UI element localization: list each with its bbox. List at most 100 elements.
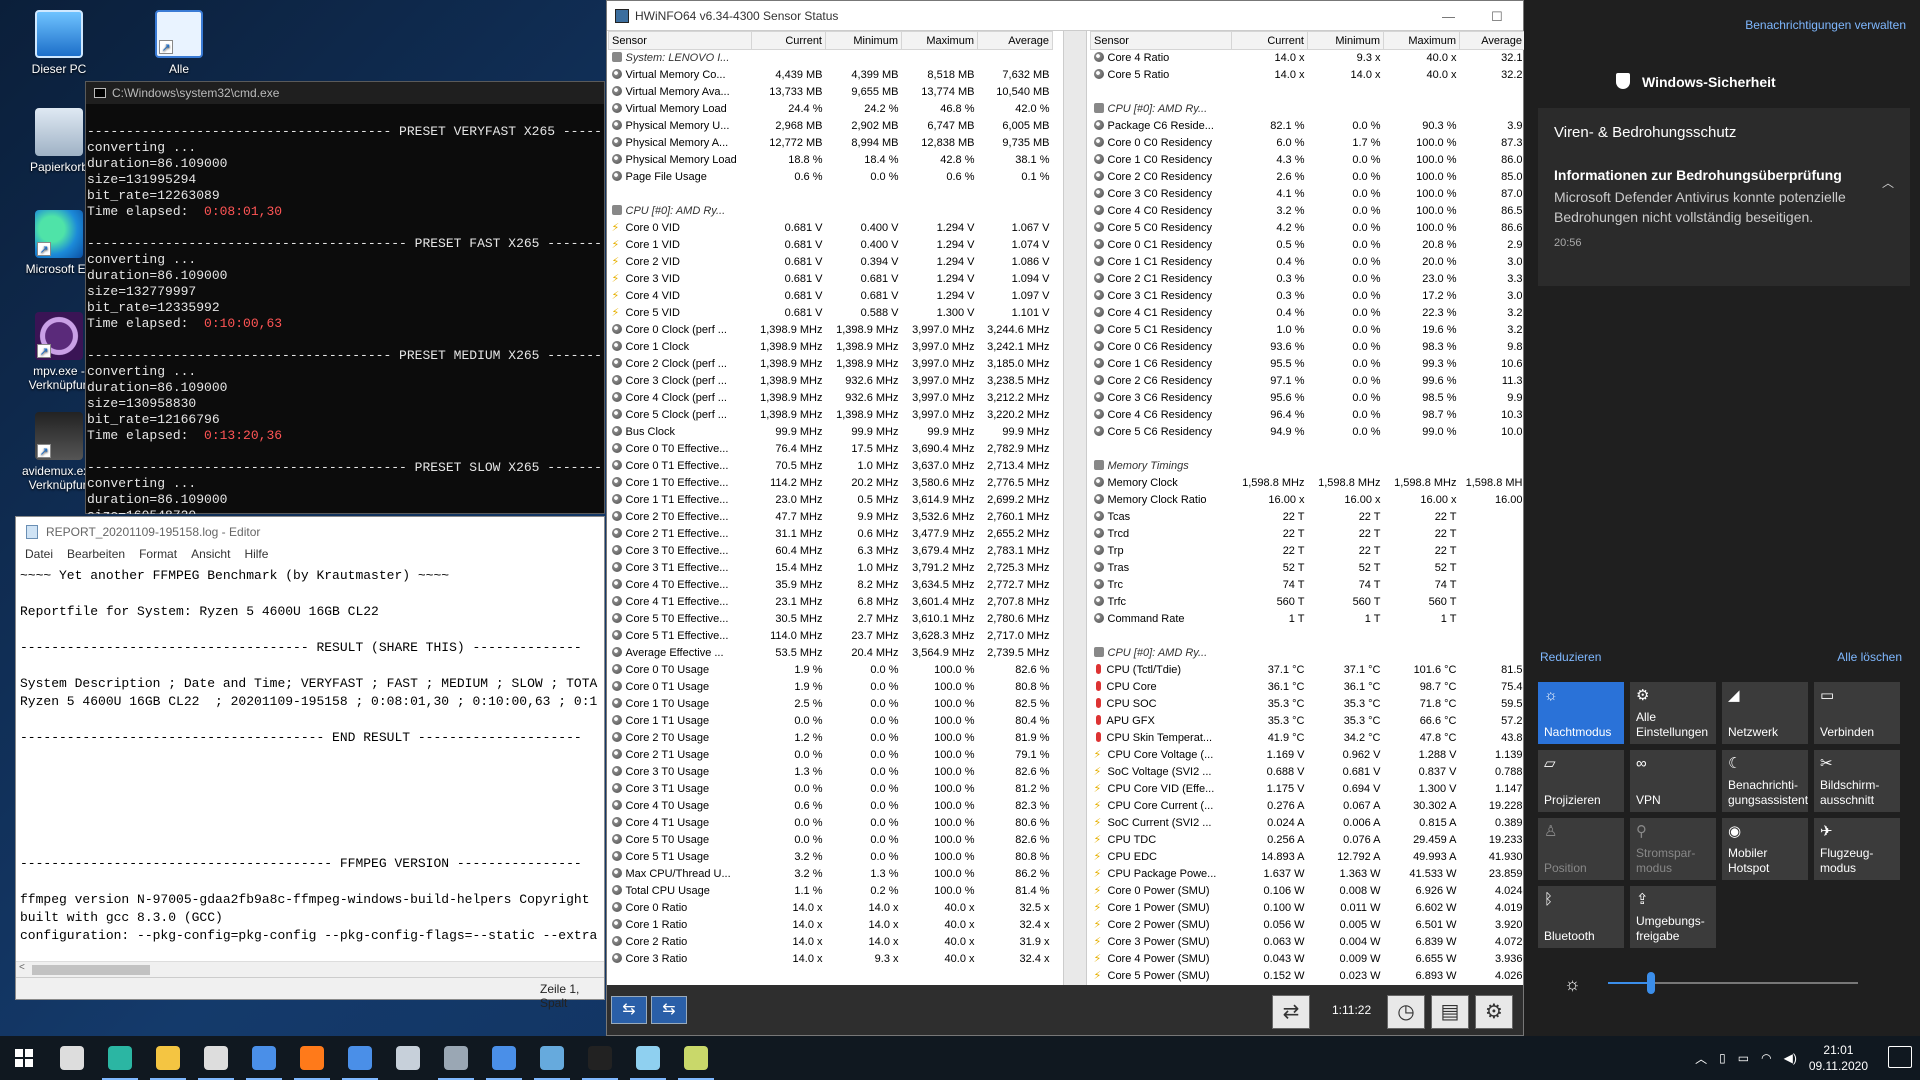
quick-action-tile[interactable]: ⚙ Alle Einstellungen [1630,682,1716,744]
collapse-quick-actions-link[interactable]: Reduzieren [1540,650,1601,664]
sensor-row[interactable]: Core 2 T0 Effective... 47.7 MHz 9.9 MHz 3,5… [609,509,1053,526]
sensor-row[interactable]: Core 2 Ratio 14.0 x 14.0 x 40.0 x 31.9 x [609,934,1053,951]
quick-action-tile[interactable]: ◉ Mobiler Hotspot [1722,818,1808,880]
quick-action-tile[interactable]: ⚲ Stromspar-modus [1630,818,1716,880]
brightness-slider[interactable] [1608,972,1858,994]
menu-hilfe[interactable]: Hilfe [244,547,268,567]
notification-center-icon[interactable] [1888,1046,1912,1068]
sensor-row[interactable]: Core 3 C1 Residency 0.3 % 0.0 % 17.2 % 3.0 [1091,288,1526,305]
sensor-row[interactable]: Core 5 T1 Usage 3.2 % 0.0 % 100.0 % 80.8 % [609,849,1053,866]
sensor-row[interactable]: Core 5 C1 Residency 1.0 % 0.0 % 19.6 % 3.2 [1091,322,1526,339]
sensor-row[interactable]: APU GFX 35.3 °C 35.3 °C 66.6 °C 57.2 [1091,713,1526,730]
column-header-sensor[interactable]: Sensor [1090,31,1232,50]
manage-notifications-link[interactable]: Benachrichtigungen verwalten [1745,18,1906,32]
sensor-row[interactable]: Total CPU Usage 1.1 % 0.2 % 100.0 % 81.4 % [609,883,1053,900]
minimize-icon[interactable]: — [1442,9,1455,24]
sensor-row[interactable]: Core 0 T1 Usage 1.9 % 0.0 % 100.0 % 80.8 % [609,679,1053,696]
scroll-left-icon[interactable]: < [19,962,25,973]
sensor-row[interactable]: ⚡ SoC Voltage (SVI2 ... 0.688 V 0.681 V 0.83… [1091,764,1526,781]
sensor-row[interactable]: CPU (Tctl/Tdie) 37.1 °C 37.1 °C 101.6 °C 81.… [1091,662,1526,679]
taskbar-app-app-extra[interactable] [672,1036,720,1080]
sensor-row[interactable]: Core 3 T0 Usage 1.3 % 0.0 % 100.0 % 82.6 % [609,764,1053,781]
sensor-row[interactable]: Core 0 Ratio 14.0 x 14.0 x 40.0 x 32.5 x [609,900,1053,917]
taskbar-app-steam[interactable] [384,1036,432,1080]
taskbar-app-chrome-3[interactable] [480,1036,528,1080]
sensor-row[interactable]: Core 2 C6 Residency 97.1 % 0.0 % 99.6 % 11.3 [1091,373,1526,390]
quick-action-tile[interactable]: ✂ Bildschirm-ausschnitt [1814,750,1900,812]
column-header-average[interactable]: Average [977,31,1053,50]
sensor-row[interactable]: Core 4 C1 Residency 0.4 % 0.0 % 22.3 % 3.2 [1091,305,1526,322]
cmd-titlebar[interactable]: C:\Windows\system32\cmd.exe [86,82,604,104]
sensor-row[interactable]: Core 4 T0 Usage 0.6 % 0.0 % 100.0 % 82.3 % [609,798,1053,815]
quick-action-tile[interactable]: ✈ Flugzeug-modus [1814,818,1900,880]
sensor-row[interactable]: ⚡ CPU Core VID (Effe... 1.175 V 0.694 V 1.30… [1091,781,1526,798]
sensor-row[interactable]: Max CPU/Thread U... 3.2 % 1.3 % 100.0 % 86.2… [609,866,1053,883]
clock-icon[interactable]: ◷ [1387,995,1425,1029]
sensor-row[interactable]: Core 0 C6 Residency 93.6 % 0.0 % 98.3 % 9.8 [1091,339,1526,356]
sensor-row[interactable]: ⚡ Core 1 Power (SMU) 0.100 W 0.011 W 6.602 W… [1091,900,1526,917]
sensor-row[interactable]: Core 0 T0 Usage 1.9 % 0.0 % 100.0 % 82.6 % [609,662,1053,679]
sensor-group-row[interactable]: CPU [#0]: AMD Ry... [1091,101,1526,118]
sensor-row[interactable]: Core 5 C0 Residency 4.2 % 0.0 % 100.0 % 86.6 [1091,220,1526,237]
sensor-row[interactable]: Core 4 Clock (perf ... 1,398.9 MHz 932.6 M… [609,390,1053,407]
sensor-row[interactable]: ⚡ CPU Core Voltage (... 1.169 V 0.962 V 1.28… [1091,747,1526,764]
cmd-window[interactable]: C:\Windows\system32\cmd.exe ------------… [85,81,605,514]
volume-icon[interactable]: ◀) [1784,1051,1797,1065]
menu-format[interactable]: Format [139,547,177,567]
clear-all-notifications-link[interactable]: Alle löschen [1837,650,1902,664]
sensor-row[interactable]: Core 2 Clock (perf ... 1,398.9 MHz 1,398.9… [609,356,1053,373]
cmd-output[interactable]: --------------------------------------- … [86,104,604,514]
taskbar-app-explorer[interactable] [144,1036,192,1080]
sensor-row[interactable]: Core 5 Ratio 14.0 x 14.0 x 40.0 x 32.2 [1091,67,1526,84]
notepad-titlebar[interactable]: REPORT_20201109-195158.log - Editor [16,517,604,547]
quick-action-tile[interactable]: ☾ Benachrichti-gungsassistent [1722,750,1808,812]
wifi-icon[interactable]: ◠ [1761,1051,1771,1065]
sensor-row[interactable]: Core 2 T1 Usage 0.0 % 0.0 % 100.0 % 79.1 % [609,747,1053,764]
sensor-row[interactable]: Core 2 C0 Residency 2.6 % 0.0 % 100.0 % 85.0 [1091,169,1526,186]
sensor-row[interactable]: Core 2 C1 Residency 0.3 % 0.0 % 23.0 % 3.3 [1091,271,1526,288]
quick-action-tile[interactable]: ⇪ Umgebungs-freigabe [1630,886,1716,948]
sensor-group-row[interactable]: CPU [#0]: AMD Ry... [609,203,1053,220]
taskbar-app-app-gray[interactable] [432,1036,480,1080]
sensor-row[interactable]: Core 5 Clock (perf ... 1,398.9 MHz 1,398.9… [609,407,1053,424]
quick-action-tile[interactable]: ▱ Projizieren [1538,750,1624,812]
sensor-row[interactable]: ⚡ CPU Core Current (... 0.276 A 0.067 A 30.3… [1091,798,1526,815]
sensor-row[interactable]: Tras 52 T 52 T 52 T [1091,560,1526,577]
sensor-row[interactable]: Core 3 Clock (perf ... 1,398.9 MHz 932.6 M… [609,373,1053,390]
sensor-row[interactable]: Core 1 C0 Residency 4.3 % 0.0 % 100.0 % 86.0 [1091,152,1526,169]
sensor-row[interactable]: Trfc 560 T 560 T 560 T [1091,594,1526,611]
column-header-current[interactable]: Current [1231,31,1308,50]
sensor-row[interactable]: ⚡ Core 4 VID 0.681 V 0.681 V 1.294 V 1.097 V [609,288,1053,305]
sensor-row[interactable]: Core 0 T1 Effective... 70.5 MHz 1.0 MHz 3,6… [609,458,1053,475]
quick-action-tile[interactable]: ∞ VPN [1630,750,1716,812]
sensor-row[interactable]: Core 1 T1 Usage 0.0 % 0.0 % 100.0 % 80.4 % [609,713,1053,730]
sensor-row[interactable]: Core 4 T1 Usage 0.0 % 0.0 % 100.0 % 80.6 % [609,815,1053,832]
sensor-row[interactable]: Core 5 T1 Effective... 114.0 MHz 23.7 MHz 3… [609,628,1053,645]
sensor-row[interactable]: Core 1 C6 Residency 95.5 % 0.0 % 99.3 % 10.6 [1091,356,1526,373]
sensor-row[interactable]: Trcd 22 T 22 T 22 T [1091,526,1526,543]
maximize-icon[interactable]: ☐ [1491,9,1503,25]
taskbar-app-firefox[interactable] [288,1036,336,1080]
quick-action-tile[interactable]: ᛒ Bluetooth [1538,886,1624,948]
sensor-row[interactable]: ⚡ Core 2 Power (SMU) 0.056 W 0.005 W 6.501 W… [1091,917,1526,934]
sensor-row[interactable]: Core 4 Ratio 14.0 x 9.3 x 40.0 x 32.1 [1091,50,1526,68]
sensor-row[interactable]: Physical Memory U... 2,968 MB 2,902 MB 6,74… [609,118,1053,135]
sensor-row[interactable]: Core 3 C6 Residency 95.6 % 0.0 % 98.5 % 9.9 [1091,390,1526,407]
sensor-row[interactable]: CPU Core 36.1 °C 36.1 °C 98.7 °C 75.4 [1091,679,1526,696]
sensor-row[interactable]: CPU SOC 35.3 °C 35.3 °C 71.8 °C 59.5 [1091,696,1526,713]
menu-bearbeiten[interactable]: Bearbeiten [67,547,125,567]
sensor-row[interactable]: Tcas 22 T 22 T 22 T [1091,509,1526,526]
sensor-row[interactable]: ⚡ Core 3 Power (SMU) 0.063 W 0.004 W 6.839 W… [1091,934,1526,951]
sensor-row[interactable]: ⚡ CPU EDC 14.893 A 12.792 A 49.993 A 41.930 [1091,849,1526,866]
notepad-text-area[interactable]: ~~~~ Yet another FFMPEG Benchmark (by Kr… [16,567,604,959]
sensor-row[interactable]: ⚡ Core 4 Power (SMU) 0.043 W 0.009 W 6.655 W… [1091,951,1526,968]
taskbar-app-cmd[interactable] [576,1036,624,1080]
chevron-up-icon[interactable]: ︿ [1882,174,1894,191]
sensor-row[interactable]: Package C6 Reside... 82.1 % 0.0 % 90.3 % 3.9 [1091,118,1526,135]
sensor-row[interactable]: ⚡ SoC Current (SVI2 ... 0.024 A 0.006 A 0.81… [1091,815,1526,832]
sensor-row[interactable]: Core 5 T0 Usage 0.0 % 0.0 % 100.0 % 82.6 % [609,832,1053,849]
column-header-maximum[interactable]: Maximum [901,31,978,50]
chevron-up-icon[interactable]: ︿ [1695,1050,1707,1067]
sensor-row[interactable]: Core 0 C1 Residency 0.5 % 0.0 % 20.8 % 2.9 [1091,237,1526,254]
navigate-back-icon[interactable]: ⇆ [611,996,647,1024]
